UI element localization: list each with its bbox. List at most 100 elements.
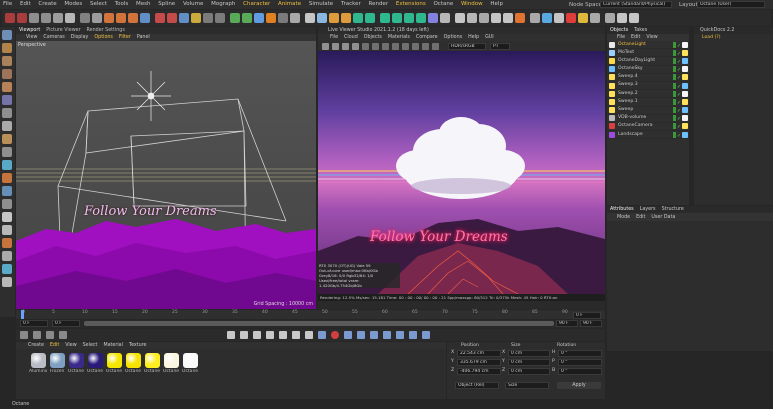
render-canvas[interactable]: Follow Your Dreams RTX 3070 (OT)(UG) Val… (318, 51, 605, 294)
menu-simulate[interactable]: Simulate (309, 0, 333, 9)
record-keys-icon[interactable] (331, 331, 339, 339)
visibility-dot-icon[interactable] (673, 123, 676, 130)
lv-lock-icon[interactable] (362, 42, 369, 50)
floor-icon[interactable] (305, 13, 315, 23)
select-icon[interactable] (80, 13, 90, 23)
scale-icon[interactable] (104, 13, 114, 23)
go-start-icon[interactable] (227, 331, 235, 339)
mat-menu-material[interactable]: Material (100, 343, 126, 348)
material-swatch[interactable]: Octane (105, 353, 123, 374)
coord-size-select[interactable]: Size (505, 382, 549, 389)
rot-key-icon[interactable] (370, 331, 378, 339)
object-row[interactable]: Landscape ✓ (607, 131, 689, 140)
deformer-icon[interactable] (266, 13, 276, 23)
open-icon[interactable] (53, 13, 63, 23)
octane-fur-icon[interactable] (590, 13, 600, 23)
menu-create[interactable]: Create (38, 0, 56, 9)
octane-object-icon[interactable] (416, 13, 426, 23)
playhead[interactable] (21, 310, 24, 319)
visibility-dot-icon[interactable] (673, 66, 676, 73)
lv-menu-gui[interactable]: GUI (482, 35, 497, 40)
motion-icon[interactable] (59, 331, 67, 339)
fps-icon[interactable] (422, 331, 430, 339)
octane-scatter-icon[interactable] (428, 13, 438, 23)
tab-objects[interactable]: Objects (607, 28, 631, 33)
attr-menu-userdata[interactable]: User Data (648, 215, 678, 220)
orbit-icon[interactable] (2, 264, 12, 274)
octane-kernel-icon[interactable] (578, 13, 588, 23)
material-tag-icon[interactable] (682, 41, 688, 48)
menu-character[interactable]: Character (243, 0, 270, 9)
octane-vdb-icon[interactable] (542, 13, 552, 23)
menu-tools[interactable]: Tools (115, 0, 129, 9)
position-field[interactable]: -406.794 cm (457, 368, 501, 375)
octane-tex-icon[interactable] (479, 13, 489, 23)
autokey-icon[interactable] (33, 331, 41, 339)
material-swatch[interactable]: Octane (143, 353, 161, 374)
render-region-icon[interactable] (191, 13, 201, 23)
mat-menu-select[interactable]: Select (80, 343, 101, 348)
move-icon[interactable] (92, 13, 102, 23)
obj-menu-file[interactable]: File (607, 35, 628, 40)
frame-max-field[interactable]: 90 F (580, 320, 602, 327)
menu-render[interactable]: Render (369, 0, 389, 9)
keyframe-icon[interactable] (46, 331, 54, 339)
attr-menu-mode[interactable]: Mode (607, 215, 633, 220)
enable-check-icon[interactable]: ✓ (677, 83, 681, 90)
rotation-field[interactable]: 0 ° (558, 368, 602, 375)
tab-layers[interactable]: Layers (637, 207, 659, 212)
loop-icon[interactable] (318, 331, 326, 339)
octane-tag-icon[interactable] (404, 13, 414, 23)
material-tag-icon[interactable] (682, 131, 688, 138)
octane-geo-icon[interactable] (605, 13, 615, 23)
solo-icon[interactable] (2, 147, 12, 157)
redo-icon[interactable] (17, 13, 27, 23)
lv-menu-cloud[interactable]: Cloud (341, 35, 361, 40)
lv-zoom-icon[interactable] (422, 42, 429, 50)
vp-menu-view[interactable]: View (16, 35, 40, 40)
material-swatch[interactable]: Octane (181, 353, 199, 374)
enable-check-icon[interactable]: ✓ (677, 132, 681, 139)
tab-viewport[interactable]: Viewport (16, 28, 43, 33)
octane-settings-icon[interactable] (440, 13, 450, 23)
file-icon[interactable] (29, 13, 39, 23)
position-field[interactable]: 22.543 cm (457, 350, 501, 357)
vp-menu-panel[interactable]: Panel (134, 35, 153, 40)
octane-sequence-icon[interactable] (617, 13, 627, 23)
size-field[interactable]: 0 cm (508, 359, 550, 366)
layout-icon[interactable] (2, 199, 12, 209)
cube-icon[interactable] (230, 13, 240, 23)
quick-layout-icon[interactable] (2, 212, 12, 222)
material-tag-icon[interactable] (682, 90, 688, 97)
material-swatch[interactable]: Frozen (48, 353, 66, 374)
lv-stop-icon[interactable] (352, 42, 359, 50)
pla-key-icon[interactable] (396, 331, 404, 339)
next-frame-icon[interactable] (279, 331, 287, 339)
visibility-dot-icon[interactable] (673, 74, 676, 81)
param-key-icon[interactable] (383, 331, 391, 339)
light-icon[interactable] (290, 13, 300, 23)
menu-extensions[interactable]: Extensions (396, 0, 426, 9)
axis-lock-icon[interactable] (2, 134, 12, 144)
play-icon[interactable] (266, 331, 274, 339)
size-field[interactable]: 0 cm (508, 350, 550, 357)
octane-volume-icon[interactable] (554, 13, 564, 23)
viewport-solo-icon[interactable] (2, 160, 12, 170)
frame-current-field[interactable]: 0 F (52, 320, 80, 327)
mat-menu-edit[interactable]: Edit (47, 343, 62, 348)
lv-pause-icon[interactable] (342, 42, 349, 50)
lv-mode-select[interactable]: HDR/sRGB (448, 42, 486, 50)
material-tag-icon[interactable] (682, 74, 688, 81)
visibility-dot-icon[interactable] (673, 107, 676, 114)
rotation-field[interactable]: 0 ° (558, 359, 602, 366)
camera-icon[interactable] (278, 13, 288, 23)
lv-menu-options[interactable]: Options (441, 35, 466, 40)
viewport-canvas[interactable]: Perspective Follow Your Dreams Grid Spac… (16, 41, 316, 309)
enable-check-icon[interactable]: ✓ (677, 115, 681, 122)
lv-menu-objects[interactable]: Objects (361, 35, 385, 40)
frame-end-field[interactable]: 90 F (556, 320, 578, 327)
enable-check-icon[interactable]: ✓ (677, 42, 681, 49)
enable-check-icon[interactable]: ✓ (677, 50, 681, 57)
polygons-mode-icon[interactable] (2, 82, 12, 92)
visibility-dot-icon[interactable] (673, 131, 676, 138)
